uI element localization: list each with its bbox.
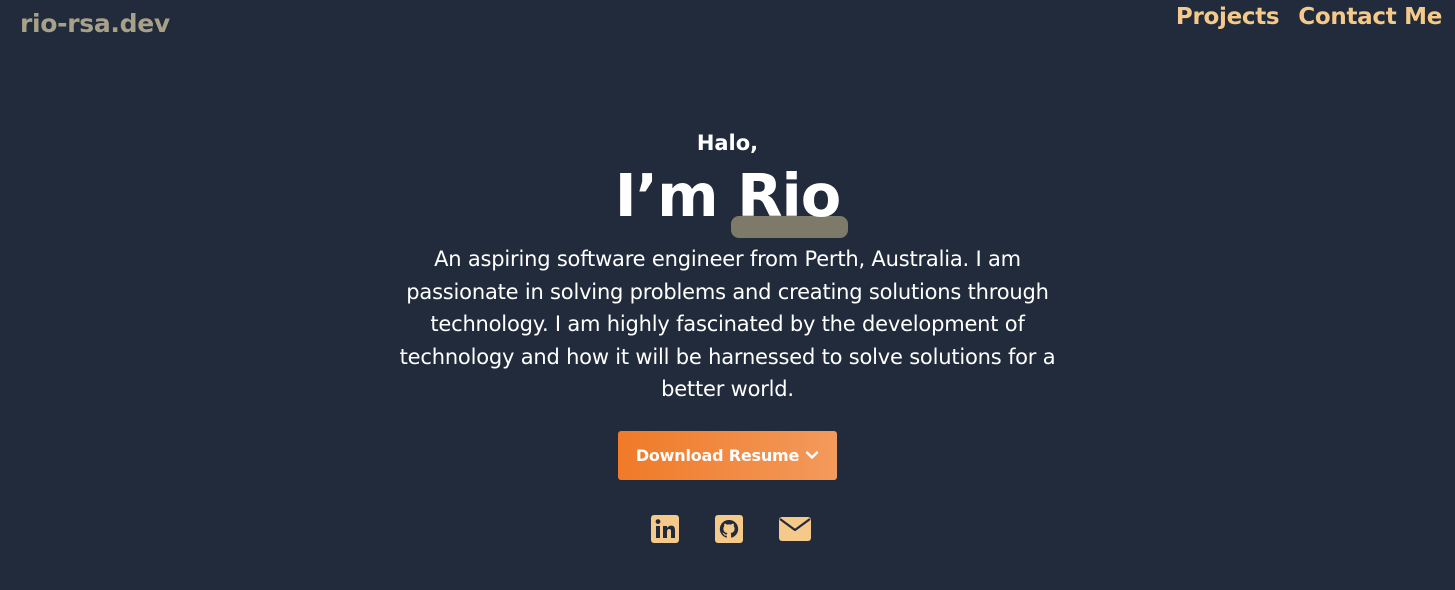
nav-projects[interactable]: Projects — [1176, 4, 1280, 30]
download-resume-label: Download Resume — [635, 445, 800, 465]
chevron-down-icon — [805, 448, 819, 462]
nav-contact-me[interactable]: Contact Me — [1298, 4, 1442, 30]
page-title: I’m Rio — [0, 161, 1455, 238]
hero-section: Halo, I’m Rio An aspiring software engin… — [0, 128, 1455, 544]
social-links — [6, 514, 1455, 544]
bio-paragraph: An aspiring software engineer from Perth… — [399, 247, 1056, 401]
site-logo[interactable]: rio-rsa.dev — [20, 9, 170, 38]
headline-name: Rio — [731, 161, 849, 238]
download-resume-button[interactable]: Download Resume — [618, 430, 837, 480]
github-icon[interactable] — [714, 514, 744, 544]
top-nav: Projects Contact Me — [1176, 4, 1442, 30]
greeting: Halo, — [696, 131, 759, 155]
mail-icon[interactable] — [778, 514, 812, 544]
linkedin-icon[interactable] — [650, 514, 680, 544]
headline-prefix: I’m — [614, 161, 738, 230]
